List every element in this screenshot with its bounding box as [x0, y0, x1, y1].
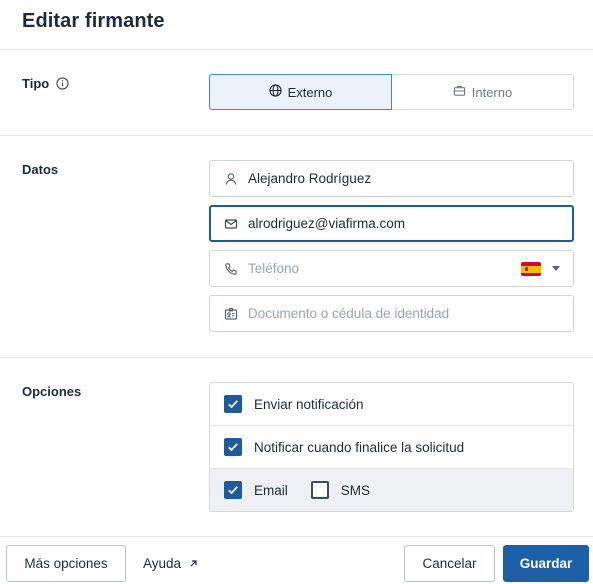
send-notification-checkbox[interactable]: [224, 395, 242, 413]
notify-finish-row[interactable]: Notificar cuando finalice la solicitud: [210, 426, 573, 469]
name-value: Alejandro Rodríguez: [248, 171, 372, 186]
info-circle-icon[interactable]: [56, 77, 69, 90]
email-channel-label: Email: [254, 482, 288, 498]
external-link-icon: [189, 556, 198, 571]
dialog-header: Editar firmante: [0, 0, 593, 50]
phone-field[interactable]: Teléfono: [209, 250, 574, 287]
save-button[interactable]: Guardar: [503, 545, 589, 582]
sms-channel-label: SMS: [340, 482, 371, 498]
globe-icon: [268, 84, 282, 100]
opciones-label: Opciones: [22, 384, 82, 399]
channel-row: Email SMS: [210, 469, 573, 511]
tipo-interno-label: Interno: [471, 84, 513, 100]
help-link[interactable]: Ayuda: [143, 556, 198, 571]
email-value: alrodriguez@viafirma.com: [248, 216, 406, 231]
phone-placeholder: Teléfono: [248, 261, 300, 276]
options-box: Enviar notificación Notificar cuando fin…: [209, 382, 574, 512]
cancel-button[interactable]: Cancelar: [404, 545, 495, 582]
help-label: Ayuda: [143, 556, 182, 571]
name-field[interactable]: Alejandro Rodríguez: [209, 160, 574, 197]
tipo-interno-option[interactable]: Interno: [392, 74, 574, 110]
divider: [0, 135, 593, 136]
mail-icon: [224, 217, 238, 231]
sms-checkbox[interactable]: [310, 481, 329, 499]
tipo-segmented-control: Externo Interno: [209, 74, 574, 110]
briefcase-icon: [453, 84, 466, 100]
id-card-icon: [224, 307, 238, 321]
tipo-externo-label: Externo: [287, 84, 333, 100]
email-checkbox[interactable]: [224, 481, 242, 499]
chevron-down-icon[interactable]: [552, 266, 560, 271]
email-field[interactable]: alrodriguez@viafirma.com: [209, 205, 574, 242]
send-notification-row[interactable]: Enviar notificación: [210, 383, 573, 426]
divider: [0, 357, 593, 358]
notify-finish-label: Notificar cuando finalice la solicitud: [254, 439, 465, 455]
send-notification-label: Enviar notificación: [254, 396, 364, 412]
tipo-label: Tipo: [22, 76, 50, 91]
more-options-button[interactable]: Más opciones: [6, 545, 126, 582]
tipo-label-group: Tipo: [22, 76, 69, 91]
sms-group: SMS: [310, 481, 371, 499]
notify-finish-checkbox[interactable]: [224, 438, 242, 456]
dialog-footer: Más opciones Ayuda Cancelar Guardar: [0, 536, 593, 584]
user-icon: [224, 172, 238, 186]
document-field[interactable]: Documento o cédula de identidad: [209, 295, 574, 332]
spain-flag-icon[interactable]: [521, 262, 541, 276]
phone-icon: [224, 262, 238, 276]
dialog-title: Editar firmante: [22, 10, 165, 32]
tipo-externo-option[interactable]: Externo: [209, 74, 392, 110]
datos-label: Datos: [22, 162, 59, 177]
document-placeholder: Documento o cédula de identidad: [248, 306, 450, 321]
